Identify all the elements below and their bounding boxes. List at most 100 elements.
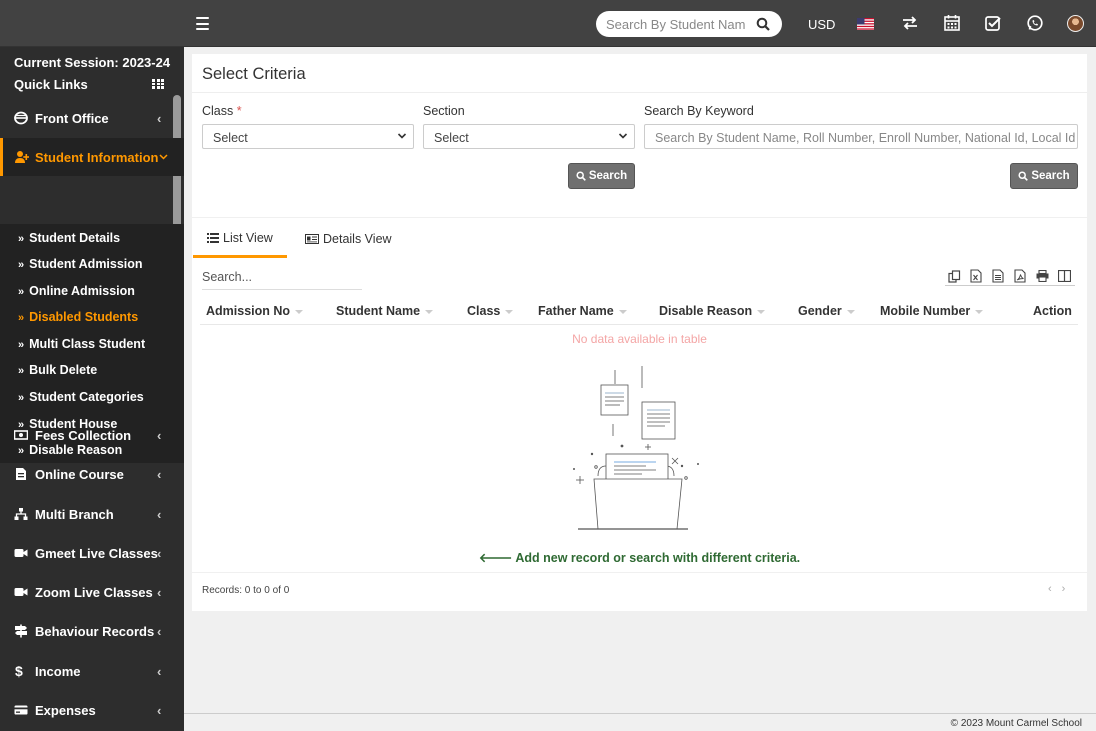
- sidebar-item-label: Multi Branch: [35, 506, 114, 522]
- columns-icon[interactable]: [1055, 268, 1073, 284]
- calendar-icon[interactable]: [943, 14, 961, 32]
- pdf-icon[interactable]: [1011, 268, 1029, 284]
- sidebar-item-gmeet-live-classes[interactable]: Gmeet Live Classes ‹: [0, 535, 184, 571]
- submenu-disabled-students[interactable]: » Disabled Students: [18, 310, 138, 324]
- video-icon: [14, 588, 28, 596]
- section-select[interactable]: Select: [423, 124, 635, 149]
- sidebar-item-student-information[interactable]: Student Information: [0, 138, 184, 176]
- submenu-student-admission[interactable]: » Student Admission: [18, 257, 143, 271]
- chevron-left-icon: ‹: [157, 623, 162, 639]
- submenu-multi-class-student[interactable]: » Multi Class Student: [18, 337, 145, 351]
- sidebar-item-multi-branch[interactable]: Multi Branch ‹: [0, 496, 184, 532]
- video-icon: [14, 549, 28, 557]
- divider: [192, 217, 1087, 218]
- tab-list-view[interactable]: List View: [193, 220, 287, 258]
- arrow-left-icon: 🡐: [478, 551, 516, 565]
- search-icon[interactable]: [756, 17, 770, 31]
- prev-page-button[interactable]: ‹: [1048, 583, 1062, 595]
- user-avatar[interactable]: [1067, 15, 1084, 32]
- column-student-name[interactable]: Student Name: [336, 304, 434, 318]
- keyword-label: Search By Keyword: [644, 104, 754, 118]
- column-class[interactable]: Class: [467, 304, 514, 318]
- student-search-input[interactable]: [606, 16, 746, 32]
- submenu-student-categories[interactable]: » Student Categories: [18, 390, 144, 404]
- chevron-left-icon: ‹: [157, 506, 162, 522]
- column-father-name[interactable]: Father Name: [538, 304, 627, 318]
- grid-icon[interactable]: [152, 79, 164, 89]
- column-mobile-number[interactable]: Mobile Number: [880, 304, 984, 318]
- chevron-down-icon: [618, 133, 628, 139]
- submenu-bulk-delete[interactable]: » Bulk Delete: [18, 363, 97, 377]
- copy-icon[interactable]: [945, 268, 963, 284]
- section-label: Section: [423, 104, 465, 118]
- page-title: Select Criteria: [202, 65, 306, 83]
- credit-card-icon: [14, 705, 28, 715]
- us-flag-icon[interactable]: [857, 18, 874, 30]
- sidebar-item-online-course[interactable]: Online Course ‹: [0, 456, 184, 492]
- sidebar-item-fees-collection[interactable]: Fees Collection ‹: [0, 417, 184, 453]
- list-icon: [207, 232, 219, 243]
- tab-details-view[interactable]: Details View: [305, 220, 392, 258]
- task-check-icon[interactable]: [984, 14, 1002, 32]
- search-icon: [576, 171, 586, 181]
- sidebar-item-behaviour-records[interactable]: Behaviour Records ‹: [0, 613, 184, 649]
- table-search-input[interactable]: Search...: [202, 270, 362, 290]
- class-label: Class *: [202, 104, 242, 118]
- chevron-left-icon: ‹: [157, 110, 162, 126]
- whatsapp-icon[interactable]: [1026, 14, 1044, 32]
- top-navbar: USD: [0, 0, 1096, 47]
- signpost-icon: [15, 624, 27, 638]
- pagination: ‹›: [1048, 583, 1075, 595]
- csv-icon[interactable]: [989, 268, 1007, 284]
- empty-table-message: No data available in table: [572, 332, 707, 346]
- front-office-icon: [14, 111, 28, 125]
- dollar-icon: $: [15, 663, 23, 679]
- copyright-text: © 2023 Mount Carmel School: [950, 718, 1082, 729]
- sidebar-item-label: Expenses: [35, 702, 96, 718]
- sidebar-item-label: Front Office: [35, 110, 109, 126]
- column-gender[interactable]: Gender: [798, 304, 855, 318]
- currency-selector[interactable]: USD: [808, 17, 835, 32]
- submenu-student-details[interactable]: » Student Details: [18, 231, 120, 245]
- chevron-left-icon: ‹: [157, 663, 162, 679]
- sidebar-item-label: Income: [35, 663, 81, 679]
- sidebar: Current Session: 2023-24 Quick Links Fro…: [0, 47, 184, 731]
- chevron-left-icon: ‹: [157, 427, 162, 443]
- next-page-button[interactable]: ›: [1062, 583, 1076, 595]
- sitemap-icon: [14, 508, 28, 520]
- sidebar-item-label: Zoom Live Classes: [35, 584, 153, 600]
- add-new-record-link[interactable]: 🡐 Add new record or search with differen…: [192, 551, 1087, 566]
- submenu-online-admission[interactable]: » Online Admission: [18, 284, 135, 298]
- quick-links[interactable]: Quick Links: [14, 77, 88, 92]
- student-search-box[interactable]: [596, 11, 782, 37]
- menu-icon[interactable]: [194, 15, 211, 32]
- table-header-border: [200, 324, 1078, 325]
- chevron-left-icon: ‹: [157, 702, 162, 718]
- sidebar-item-label: Gmeet Live Classes: [35, 545, 158, 561]
- records-count: Records: 0 to 0 of 0: [202, 585, 290, 596]
- sidebar-item-income[interactable]: $ Income ‹: [0, 653, 184, 689]
- chevron-left-icon: ‹: [157, 545, 162, 561]
- current-session[interactable]: Current Session: 2023-24: [14, 55, 170, 70]
- search-by-class-button[interactable]: Search: [568, 163, 635, 189]
- sidebar-item-label: Behaviour Records: [35, 623, 155, 639]
- keyword-search-input[interactable]: Search By Student Name, Roll Number, Enr…: [644, 124, 1078, 149]
- sidebar-item-front-office[interactable]: Front Office ‹: [0, 100, 184, 136]
- table-export-toolbar: [945, 268, 1075, 286]
- column-admission-no[interactable]: Admission No: [206, 304, 304, 318]
- divider: [192, 572, 1087, 573]
- print-icon[interactable]: [1033, 268, 1051, 284]
- search-by-keyword-button[interactable]: Search: [1010, 163, 1078, 189]
- empty-folder-illustration: [573, 366, 700, 530]
- chevron-down-icon: [397, 133, 407, 139]
- chevron-left-icon: ‹: [157, 584, 162, 600]
- excel-icon[interactable]: [967, 268, 985, 284]
- sidebar-item-expenses[interactable]: Expenses ‹: [0, 692, 184, 728]
- sidebar-item-label: Fees Collection: [35, 427, 132, 443]
- class-select[interactable]: Select: [202, 124, 414, 149]
- switch-icon[interactable]: [901, 14, 919, 32]
- sidebar-item-zoom-live-classes[interactable]: Zoom Live Classes ‹: [0, 574, 184, 610]
- column-disable-reason[interactable]: Disable Reason: [659, 304, 766, 318]
- money-icon: [14, 430, 28, 440]
- divider: [192, 92, 1087, 93]
